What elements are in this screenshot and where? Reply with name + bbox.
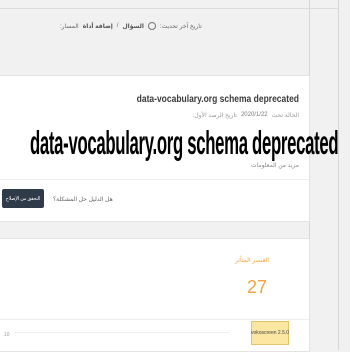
version-tag-label: vokoscreen 2.5.0 <box>250 330 290 336</box>
item-row-line <box>14 332 229 333</box>
breadcrumb-prefix: المسار: <box>60 23 79 30</box>
publish-label: تاريخ الرصد الأول: <box>192 113 237 119</box>
more-info-link[interactable]: مزيد من المعلومات <box>251 162 299 169</box>
right-border-2 <box>338 0 339 350</box>
breadcrumb-main[interactable]: إضافة أداة <box>83 23 113 30</box>
affected-label: العنصر المتأثر <box>235 258 269 264</box>
breadcrumb: المسار: إضافة أداة / السؤال تاريخ آخر تح… <box>60 22 310 30</box>
updated-label: تاريخ آخر تحديث: <box>159 23 202 30</box>
verify-fix-label: التحقق من الإصلاح <box>5 195 41 202</box>
worked-question: هل الدليل حل المشكلة؟ <box>53 197 113 203</box>
breadcrumb-sep: / <box>116 23 119 29</box>
affected-count: 27 <box>246 277 267 297</box>
issue-card: data-vocabulary.org schema deprecated تا… <box>0 75 339 222</box>
affected-items-card: العنصر المتأثر 27 10 vokoscreen 2.5.0 <box>0 238 310 352</box>
item-number: 10 <box>4 332 10 338</box>
status-label: الحالة تحت <box>271 113 299 119</box>
clock-icon <box>147 22 156 30</box>
breadcrumb-current: السؤال <box>122 23 144 30</box>
version-tag[interactable]: vokoscreen 2.5.0 <box>251 321 289 345</box>
overlay-heading: data-vocabulary.org schema deprecated <box>30 124 339 162</box>
top-divider <box>0 8 338 9</box>
side-divider <box>0 319 309 320</box>
publish-date: 2020/1/22 <box>240 112 268 118</box>
post-title: data-vocabulary.org schema deprecated <box>136 94 299 105</box>
card-divider <box>0 179 309 180</box>
post-meta: تاريخ الرصد الأول: 2020/1/22 الحالة تحت <box>193 112 299 119</box>
verify-fix-button[interactable]: التحقق من الإصلاح <box>2 189 44 208</box>
